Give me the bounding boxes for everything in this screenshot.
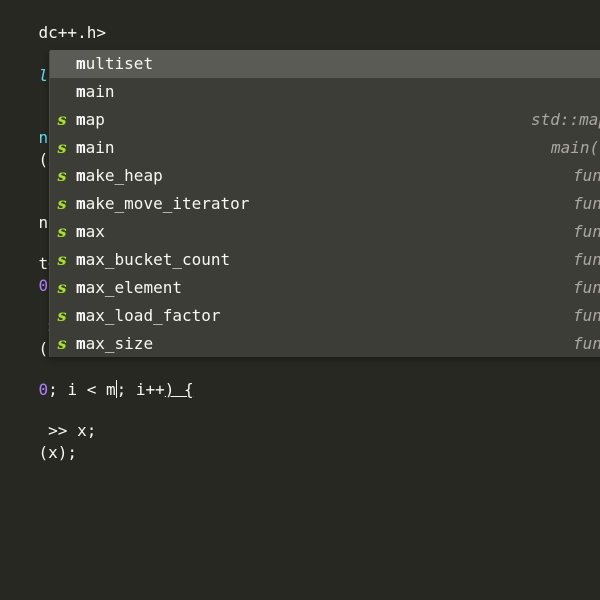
autocomplete-rest-text: ax — [85, 222, 105, 241]
autocomplete-item[interactable]: main — [50, 78, 600, 106]
snippet-kind-icon: s — [57, 138, 67, 157]
autocomplete-rest-text: ain — [85, 82, 115, 101]
autocomplete-item[interactable]: smain main() — [50, 134, 600, 162]
autocomplete-item-label: map — [76, 106, 105, 134]
code-line-include: dc++.h> — [0, 0, 106, 42]
autocomplete-item-annotation-box: function — [573, 190, 600, 218]
autocomplete-rest-text: ax_size — [85, 334, 154, 353]
autocomplete-item-annotation: function — [573, 334, 600, 353]
snippet-kind-icon: s — [57, 334, 67, 353]
autocomplete-item-label: max_bucket_count — [76, 246, 230, 274]
code-text: dc++.h> — [38, 23, 106, 42]
code-paren: ( — [38, 150, 49, 169]
autocomplete-item[interactable]: smax_load_factorfunction — [50, 302, 600, 330]
autocomplete-item[interactable]: smake_move_iteratorfunction — [50, 190, 600, 218]
code-text: ; i++ — [116, 380, 165, 399]
autocomplete-match-text: m — [76, 194, 86, 213]
autocomplete-match-text: m — [76, 278, 86, 297]
autocomplete-item-label: main — [76, 134, 115, 162]
snippet-kind-icon: s — [57, 222, 67, 241]
autocomplete-item[interactable]: smax function — [50, 218, 600, 246]
code-line-insert-2: (x); — [0, 420, 78, 462]
autocomplete-item[interactable]: smake_heapfunction — [50, 162, 600, 190]
code-number: 0 — [38, 276, 49, 295]
autocomplete-rest-text: ax_element — [85, 278, 182, 297]
code-text: ; i < m — [48, 380, 116, 399]
autocomplete-rest-text: ap — [85, 110, 105, 129]
autocomplete-item-annotation: function — [573, 222, 600, 241]
autocomplete-rest-text: ake_move_iterator — [85, 194, 250, 213]
code-line-for-2[interactable]: 0; i < m; i++) { — [0, 357, 194, 399]
autocomplete-rest-text: ultiset — [85, 54, 154, 73]
autocomplete-item[interactable]: smax_bucket_countfunction — [50, 246, 600, 274]
autocomplete-item[interactable]: smap std::map — [50, 106, 600, 134]
autocomplete-item-annotation-box — [461, 50, 600, 78]
autocomplete-match-text: m — [76, 250, 86, 269]
autocomplete-item[interactable]: smax_elementfunction — [50, 274, 600, 302]
autocomplete-item-label: main — [76, 78, 115, 106]
autocomplete-item-annotation: function — [573, 166, 600, 185]
autocomplete-item-label: make_move_iterator — [76, 190, 249, 218]
snippet-kind-icon: s — [57, 278, 67, 297]
snippet-kind-icon: s — [57, 194, 67, 213]
autocomplete-item-annotation-box: function — [573, 246, 600, 274]
autocomplete-rest-text: ain — [85, 138, 115, 157]
code-editor[interactable]: dc++.h> long nc_wi (nullp n >> n t<int 0… — [0, 0, 600, 600]
autocomplete-item-annotation: function — [573, 194, 600, 213]
autocomplete-item-annotation: function — [573, 306, 600, 325]
code-bracket: ) { — [164, 380, 194, 399]
autocomplete-item-annotation-box: function — [573, 162, 600, 190]
autocomplete-item-annotation: function — [573, 278, 600, 297]
autocomplete-item-label: max_load_factor — [76, 302, 221, 330]
snippet-kind-icon: s — [57, 306, 67, 325]
autocomplete-item-annotation-box: main() — [551, 134, 600, 162]
autocomplete-match-text: m — [76, 222, 86, 241]
autocomplete-item-label: multiset — [76, 50, 153, 78]
autocomplete-item-annotation: main() — [551, 138, 600, 157]
autocomplete-rest-text: ake_heap — [85, 166, 163, 185]
code-line-cin-x-2: >> x; — [0, 398, 96, 440]
snippet-kind-icon: s — [57, 250, 67, 269]
autocomplete-item-annotation-box: std::map — [531, 106, 600, 134]
autocomplete-match-text: m — [76, 110, 86, 129]
autocomplete-item-annotation-box: function — [573, 302, 600, 330]
snippet-kind-icon: s — [57, 110, 67, 129]
autocomplete-match-text: m — [76, 82, 86, 101]
autocomplete-item[interactable]: multiset — [50, 50, 600, 78]
autocomplete-item-annotation-box — [461, 78, 600, 106]
autocomplete-item[interactable]: smax_sizefunction — [50, 330, 600, 358]
autocomplete-match-text: m — [76, 54, 86, 73]
autocomplete-item-label: max — [76, 218, 105, 246]
autocomplete-item-label: max_element — [76, 274, 182, 302]
code-text: (x); — [38, 443, 78, 462]
autocomplete-match-text: m — [76, 166, 86, 185]
autocomplete-item-annotation-box: function — [573, 274, 600, 302]
autocomplete-item-annotation-box: function — [573, 218, 600, 246]
autocomplete-popup[interactable]: multisetmainsmapstd::mapsmainmain()smake… — [49, 50, 600, 358]
autocomplete-match-text: m — [76, 138, 86, 157]
autocomplete-item-annotation: std::map — [531, 110, 600, 129]
autocomplete-rest-text: ax_load_factor — [85, 306, 221, 325]
autocomplete-item-annotation-box: function — [573, 330, 600, 358]
autocomplete-match-text: m — [76, 306, 86, 325]
autocomplete-match-text: m — [76, 334, 86, 353]
autocomplete-item-annotation: function — [573, 250, 600, 269]
autocomplete-item-label: make_heap — [76, 162, 163, 190]
snippet-kind-icon: s — [57, 166, 67, 185]
code-number: 0 — [38, 380, 49, 399]
autocomplete-rest-text: ax_bucket_count — [85, 250, 231, 269]
autocomplete-item-label: max_size — [76, 330, 153, 358]
